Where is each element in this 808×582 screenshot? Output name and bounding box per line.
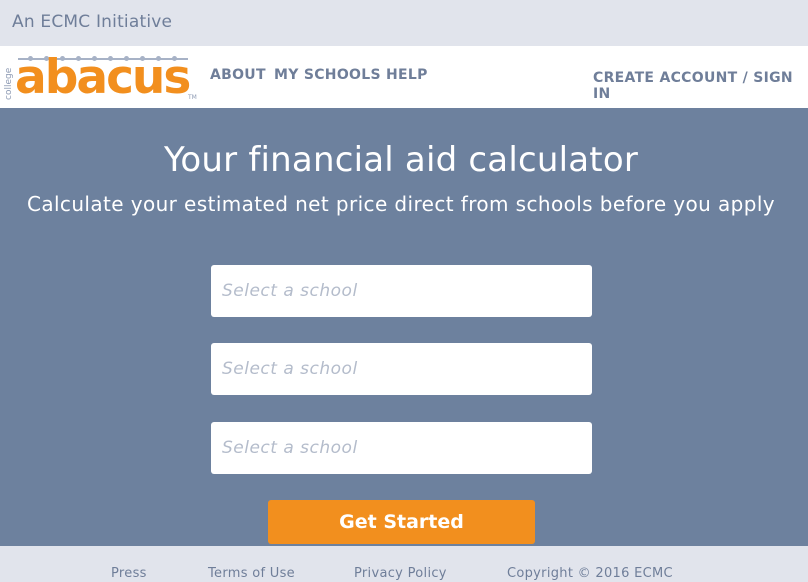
nav-about[interactable]: ABOUT	[210, 67, 266, 83]
logo-wordmark: abacus	[15, 50, 191, 105]
site-footer: Press Terms of Use Privacy Policy Copyri…	[0, 546, 808, 582]
site-header: college abacus TM ABOUT MY SCHOOLS HELP …	[0, 46, 808, 108]
initiative-text: An ECMC Initiative	[12, 12, 173, 32]
top-banner: An ECMC Initiative	[0, 0, 808, 46]
logo-trademark: TM	[188, 94, 197, 101]
hero-section: Your financial aid calculator Calculate …	[0, 108, 808, 546]
college-abacus-logo[interactable]: college abacus TM	[4, 50, 197, 105]
school-select-input-1[interactable]	[211, 265, 592, 317]
page-subtitle: Calculate your estimated net price direc…	[26, 192, 776, 216]
nav-create-account-sign-in[interactable]: CREATE ACCOUNT / SIGN IN	[593, 70, 808, 102]
footer-link-press[interactable]: Press	[111, 566, 147, 581]
logo-prefix: college	[4, 67, 14, 100]
get-started-button[interactable]: Get Started	[268, 500, 535, 544]
footer-link-terms[interactable]: Terms of Use	[208, 566, 295, 581]
footer-link-privacy[interactable]: Privacy Policy	[354, 566, 447, 581]
page-title: Your financial aid calculator	[163, 140, 639, 180]
nav-my-schools[interactable]: MY SCHOOLS	[274, 67, 381, 83]
school-select-input-3[interactable]	[211, 422, 592, 474]
school-select-input-2[interactable]	[211, 343, 592, 395]
footer-copyright: Copyright © 2016 ECMC	[507, 566, 673, 581]
nav-help[interactable]: HELP	[386, 67, 428, 83]
